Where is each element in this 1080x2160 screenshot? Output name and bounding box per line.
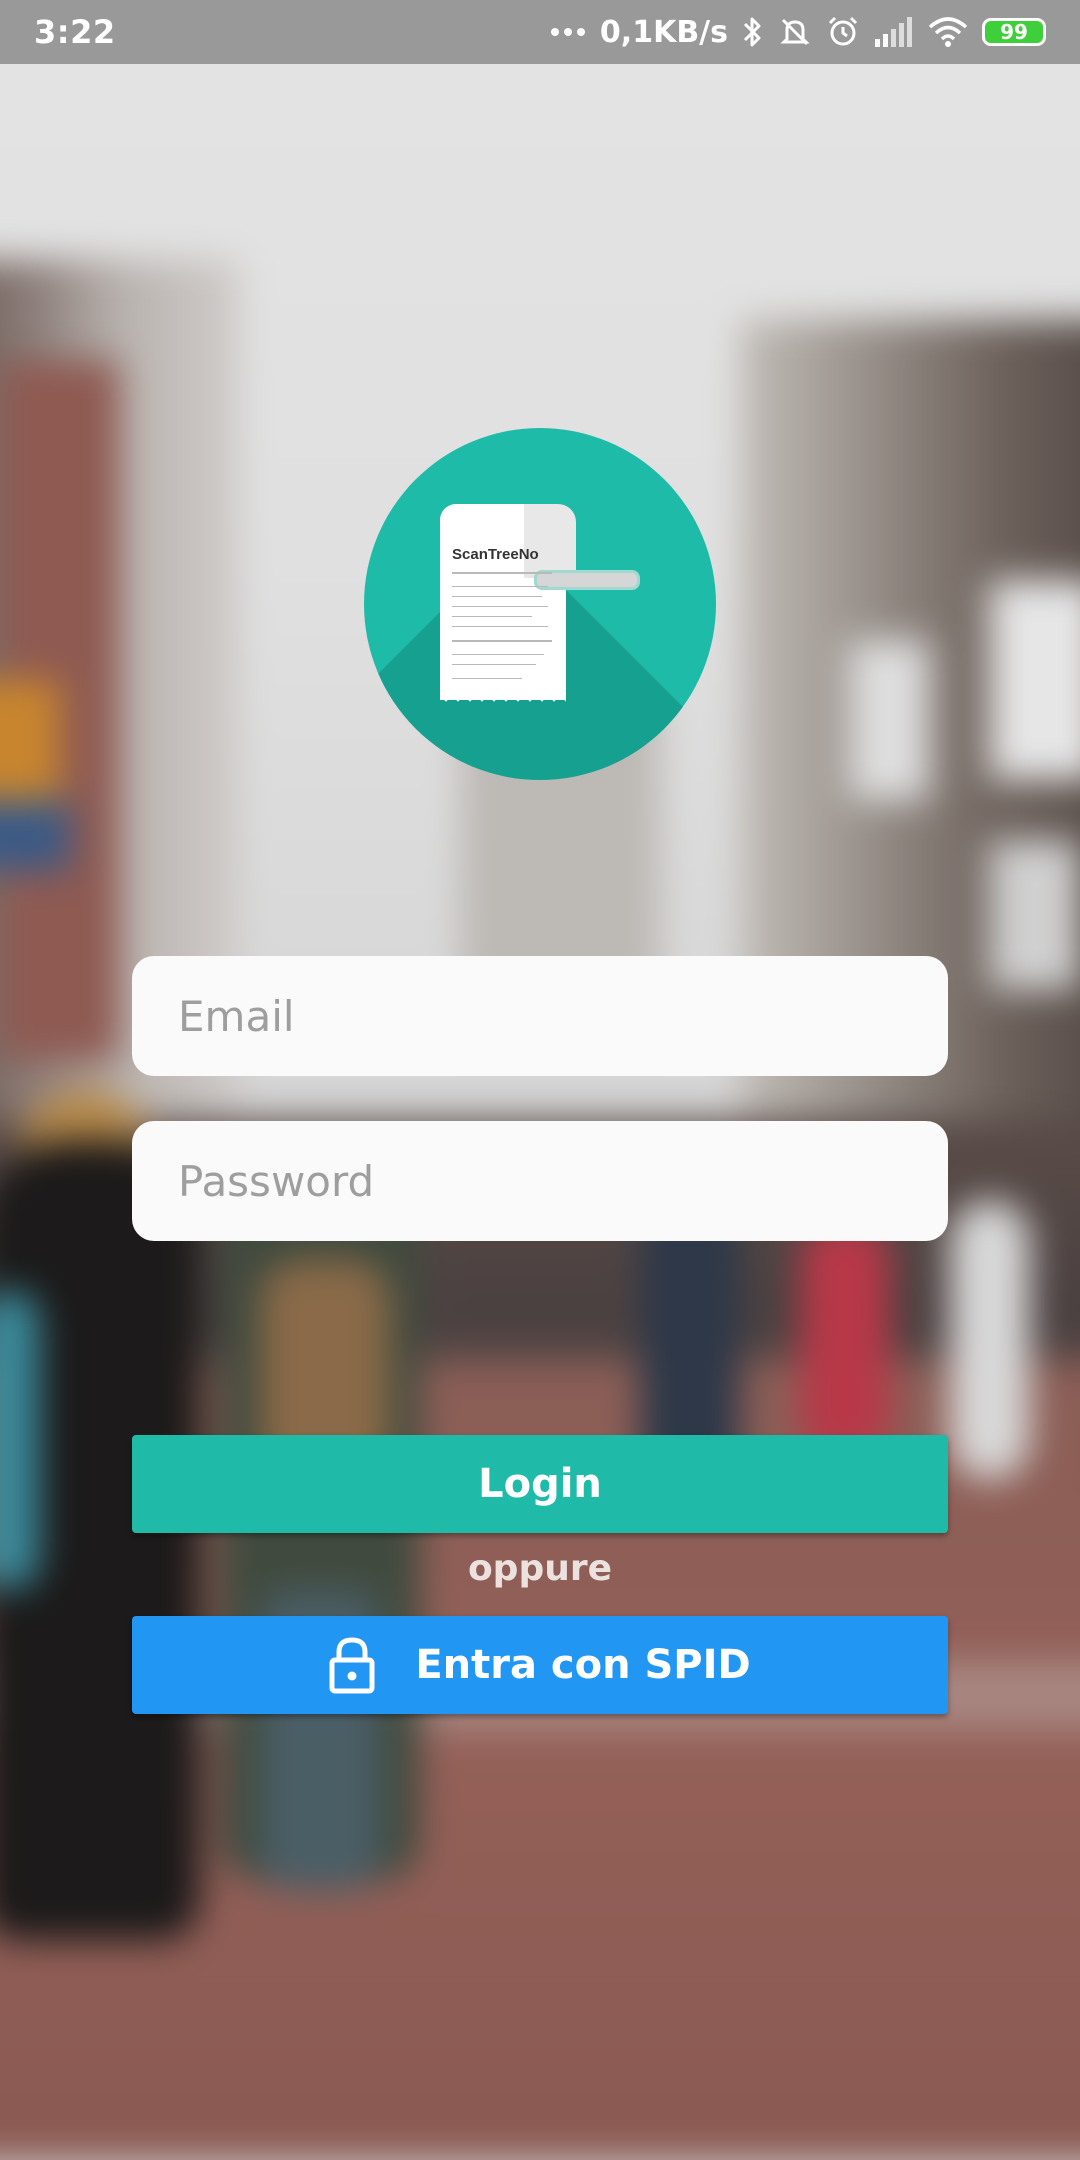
login-button-label: Login	[478, 1461, 602, 1507]
status-time: 3:22	[34, 13, 116, 51]
status-icons: 0,1KB/s 99	[550, 15, 1046, 50]
receipt-line	[452, 678, 522, 679]
status-bar: 3:22 0,1KB/s 99	[0, 0, 1080, 64]
battery-icon: 99	[982, 18, 1046, 46]
password-field[interactable]	[132, 1121, 948, 1241]
login-button[interactable]: Login	[132, 1435, 948, 1533]
receipt-line	[452, 654, 544, 655]
background-image	[0, 0, 1080, 2160]
email-input[interactable]	[176, 990, 904, 1042]
receipt-curl	[524, 504, 576, 578]
receipt-line	[452, 606, 548, 607]
separator-text: oppure	[467, 1548, 613, 1589]
spid-button-label: Entra con SPID	[415, 1642, 751, 1688]
wifi-icon	[928, 17, 968, 47]
more-dots-icon	[550, 27, 586, 37]
email-field[interactable]	[132, 956, 948, 1076]
receipt-line	[452, 586, 548, 587]
receipt-line	[452, 626, 548, 627]
logo-title: ScanTreeNo	[452, 546, 539, 563]
lock-icon	[329, 1636, 375, 1694]
app-logo: ScanTreeNo	[364, 428, 716, 780]
signal-icon	[874, 17, 914, 47]
receipt-line	[452, 616, 532, 617]
receipt-line	[452, 572, 552, 574]
alarm-icon	[826, 15, 860, 49]
spid-login-button[interactable]: Entra con SPID	[132, 1616, 948, 1714]
mute-icon	[778, 15, 812, 49]
receipt-line	[452, 640, 552, 642]
network-speed: 0,1KB/s	[599, 14, 728, 50]
receipt-line	[452, 664, 536, 665]
login-screen: 3:22 0,1KB/s 99 ScanTreeNo Email Login o…	[0, 0, 1080, 2160]
receipt-line	[452, 596, 542, 597]
bluetooth-icon	[742, 15, 764, 49]
password-input[interactable]	[176, 1155, 904, 1207]
receipt-teeth	[440, 696, 566, 706]
